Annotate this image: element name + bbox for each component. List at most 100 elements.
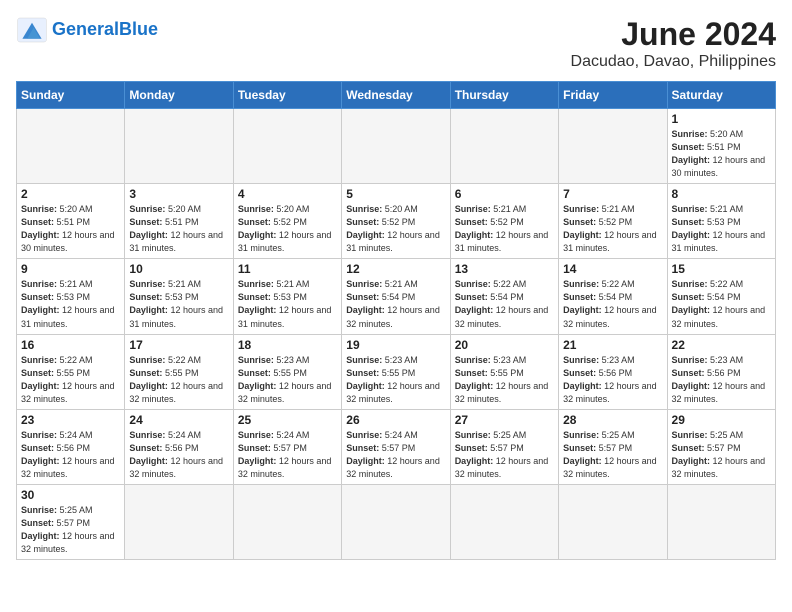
day-number: 30 — [21, 488, 120, 502]
day-info: Sunrise: 5:25 AMSunset: 5:57 PMDaylight:… — [563, 429, 662, 481]
calendar-cell: 13Sunrise: 5:22 AMSunset: 5:54 PMDayligh… — [450, 259, 558, 334]
day-number: 29 — [672, 413, 771, 427]
weekday-sunday: Sunday — [17, 82, 125, 109]
calendar-cell: 8 Sunrise: 5:21 AMSunset: 5:53 PMDaylight… — [667, 184, 775, 259]
week-row-0: 1Sunrise: 5:20 AMSunset: 5:51 PMDaylight… — [17, 109, 776, 184]
day-number: 10 — [129, 262, 228, 276]
calendar-cell — [125, 484, 233, 559]
day-number: 8 — [672, 187, 771, 201]
week-row-4: 23Sunrise: 5:24 AMSunset: 5:56 PMDayligh… — [17, 409, 776, 484]
day-number: 17 — [129, 338, 228, 352]
calendar-cell — [559, 484, 667, 559]
day-info: Sunrise: 5:23 AMSunset: 5:56 PMDaylight:… — [672, 354, 771, 406]
calendar-cell — [342, 109, 450, 184]
day-info: Sunrise: 5:22 AMSunset: 5:54 PMDaylight:… — [672, 278, 771, 330]
calendar-cell: 11 Sunrise: 5:21 AMSunset: 5:53 PMDayligh… — [233, 259, 341, 334]
calendar-cell: 4 Sunrise: 5:20 AMSunset: 5:52 PMDaylight… — [233, 184, 341, 259]
calendar-cell: 3 Sunrise: 5:20 AMSunset: 5:51 PMDaylight… — [125, 184, 233, 259]
day-number: 14 — [563, 262, 662, 276]
day-number: 2 — [21, 187, 120, 201]
day-info: Sunrise: 5:20 AMSunset: 5:51 PMDaylight:… — [129, 203, 228, 255]
day-number: 19 — [346, 338, 445, 352]
day-info: Sunrise: 5:21 AMSunset: 5:52 PMDaylight:… — [563, 203, 662, 255]
location-title: Dacudao, Davao, Philippines — [571, 53, 776, 71]
calendar-cell: 16 Sunrise: 5:22 AMSunset: 5:55 PMDayligh… — [17, 334, 125, 409]
calendar-cell — [17, 109, 125, 184]
calendar-cell — [559, 109, 667, 184]
day-info: Sunrise: 5:22 AMSunset: 5:55 PMDaylight:… — [129, 354, 228, 406]
logo-text: GeneralBlue — [52, 20, 158, 40]
day-info: Sunrise: 5:21 AMSunset: 5:53 PMDaylight:… — [238, 278, 337, 330]
day-info: Sunrise: 5:22 AMSunset: 5:55 PMDaylight:… — [21, 354, 120, 406]
day-number: 9 — [21, 262, 120, 276]
day-info: Sunrise: 5:20 AMSunset: 5:51 PMDaylight:… — [21, 203, 120, 255]
day-number: 12 — [346, 262, 445, 276]
calendar-cell: 10 Sunrise: 5:21 AMSunset: 5:53 PMDayligh… — [125, 259, 233, 334]
calendar-cell: 25Sunrise: 5:24 AMSunset: 5:57 PMDayligh… — [233, 409, 341, 484]
day-info: Sunrise: 5:25 AMSunset: 5:57 PMDaylight:… — [672, 429, 771, 481]
day-info: Sunrise: 5:21 AMSunset: 5:53 PMDaylight:… — [21, 278, 120, 330]
day-number: 26 — [346, 413, 445, 427]
header: GeneralBlue June 2024 Dacudao, Davao, Ph… — [16, 16, 776, 71]
day-number: 22 — [672, 338, 771, 352]
calendar-cell: 12Sunrise: 5:21 AMSunset: 5:54 PMDayligh… — [342, 259, 450, 334]
weekday-thursday: Thursday — [450, 82, 558, 109]
calendar-cell: 2 Sunrise: 5:20 AMSunset: 5:51 PMDaylight… — [17, 184, 125, 259]
weekday-header-row: SundayMondayTuesdayWednesdayThursdayFrid… — [17, 82, 776, 109]
calendar-cell: 27 Sunrise: 5:25 AMSunset: 5:57 PMDayligh… — [450, 409, 558, 484]
calendar-cell: 18 Sunrise: 5:23 AMSunset: 5:55 PMDayligh… — [233, 334, 341, 409]
calendar-cell: 20Sunrise: 5:23 AMSunset: 5:55 PMDayligh… — [450, 334, 558, 409]
calendar-cell: 23Sunrise: 5:24 AMSunset: 5:56 PMDayligh… — [17, 409, 125, 484]
calendar-cell: 5Sunrise: 5:20 AMSunset: 5:52 PMDaylight… — [342, 184, 450, 259]
day-info: Sunrise: 5:21 AMSunset: 5:53 PMDaylight:… — [672, 203, 771, 255]
weekday-tuesday: Tuesday — [233, 82, 341, 109]
week-row-5: 30 Sunrise: 5:25 AMSunset: 5:57 PMDayligh… — [17, 484, 776, 559]
week-row-1: 2 Sunrise: 5:20 AMSunset: 5:51 PMDaylight… — [17, 184, 776, 259]
calendar-cell: 28 Sunrise: 5:25 AMSunset: 5:57 PMDayligh… — [559, 409, 667, 484]
day-number: 11 — [238, 262, 337, 276]
calendar-table: SundayMondayTuesdayWednesdayThursdayFrid… — [16, 81, 776, 560]
day-info: Sunrise: 5:24 AMSunset: 5:57 PMDaylight:… — [346, 429, 445, 481]
calendar-cell: 14Sunrise: 5:22 AMSunset: 5:54 PMDayligh… — [559, 259, 667, 334]
day-number: 4 — [238, 187, 337, 201]
title-area: June 2024 Dacudao, Davao, Philippines — [571, 16, 776, 71]
calendar-cell: 26 Sunrise: 5:24 AMSunset: 5:57 PMDayligh… — [342, 409, 450, 484]
week-row-2: 9 Sunrise: 5:21 AMSunset: 5:53 PMDaylight… — [17, 259, 776, 334]
calendar-cell: 24 Sunrise: 5:24 AMSunset: 5:56 PMDayligh… — [125, 409, 233, 484]
day-info: Sunrise: 5:24 AMSunset: 5:56 PMDaylight:… — [129, 429, 228, 481]
day-number: 7 — [563, 187, 662, 201]
day-number: 24 — [129, 413, 228, 427]
calendar-cell: 21Sunrise: 5:23 AMSunset: 5:56 PMDayligh… — [559, 334, 667, 409]
calendar-cell — [233, 484, 341, 559]
day-info: Sunrise: 5:23 AMSunset: 5:55 PMDaylight:… — [346, 354, 445, 406]
day-info: Sunrise: 5:23 AMSunset: 5:55 PMDaylight:… — [238, 354, 337, 406]
day-number: 13 — [455, 262, 554, 276]
weekday-wednesday: Wednesday — [342, 82, 450, 109]
calendar-cell: 29 Sunrise: 5:25 AMSunset: 5:57 PMDayligh… — [667, 409, 775, 484]
day-number: 6 — [455, 187, 554, 201]
day-number: 1 — [672, 112, 771, 126]
calendar-cell — [450, 484, 558, 559]
day-info: Sunrise: 5:20 AMSunset: 5:52 PMDaylight:… — [238, 203, 337, 255]
calendar-cell: 9 Sunrise: 5:21 AMSunset: 5:53 PMDaylight… — [17, 259, 125, 334]
day-number: 21 — [563, 338, 662, 352]
day-number: 20 — [455, 338, 554, 352]
day-number: 16 — [21, 338, 120, 352]
weekday-monday: Monday — [125, 82, 233, 109]
calendar-cell: 30 Sunrise: 5:25 AMSunset: 5:57 PMDayligh… — [17, 484, 125, 559]
day-info: Sunrise: 5:25 AMSunset: 5:57 PMDaylight:… — [21, 504, 120, 556]
day-info: Sunrise: 5:25 AMSunset: 5:57 PMDaylight:… — [455, 429, 554, 481]
day-number: 18 — [238, 338, 337, 352]
day-info: Sunrise: 5:21 AMSunset: 5:53 PMDaylight:… — [129, 278, 228, 330]
day-number: 5 — [346, 187, 445, 201]
day-number: 28 — [563, 413, 662, 427]
calendar-cell: 15Sunrise: 5:22 AMSunset: 5:54 PMDayligh… — [667, 259, 775, 334]
day-number: 3 — [129, 187, 228, 201]
day-number: 27 — [455, 413, 554, 427]
weekday-friday: Friday — [559, 82, 667, 109]
logo: GeneralBlue — [16, 16, 158, 44]
calendar-cell — [342, 484, 450, 559]
calendar-cell — [125, 109, 233, 184]
day-info: Sunrise: 5:24 AMSunset: 5:57 PMDaylight:… — [238, 429, 337, 481]
month-title: June 2024 — [571, 16, 776, 53]
